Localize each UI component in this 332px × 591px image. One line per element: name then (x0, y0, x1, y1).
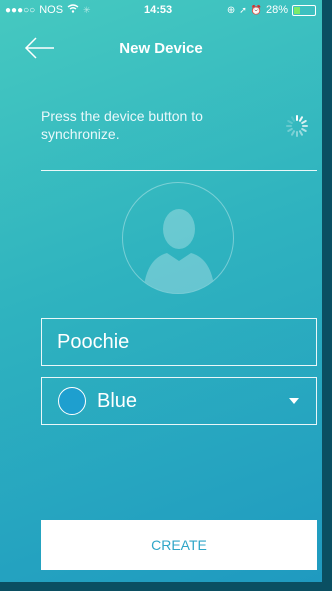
battery-icon (292, 4, 316, 16)
sync-instruction-text: Press the device button to synchronize. (41, 108, 203, 142)
status-left: ●●●○○ NOS ✳ (5, 4, 91, 16)
person-silhouette-icon (143, 209, 215, 293)
page-title: New Device (119, 40, 203, 57)
loading-spinner-icon (286, 115, 308, 137)
new-device-screen: ●●●○○ NOS ✳ 14:53 ⊕ ➚ ⏰ 28% New Device P… (0, 0, 322, 582)
name-field (41, 318, 317, 366)
signal-strength-icon: ●●●○○ (5, 4, 36, 16)
divider-line (41, 170, 317, 171)
status-right: ⊕ ➚ ⏰ 28% (227, 4, 316, 16)
lock-rotation-icon: ⊕ (226, 4, 236, 16)
wifi-icon (67, 4, 79, 16)
device-name-input[interactable] (42, 319, 316, 365)
chevron-down-icon (289, 398, 299, 404)
color-label: Blue (97, 390, 138, 412)
alarm-icon: ⏰ (250, 4, 262, 15)
battery-fill (294, 6, 300, 14)
battery-percent: 28% (265, 4, 288, 16)
status-bar: ●●●○○ NOS ✳ 14:53 ⊕ ➚ ⏰ 28% (0, 0, 322, 20)
color-swatch (58, 387, 86, 415)
navigation-bar: New Device (0, 28, 322, 68)
carrier-label: NOS (39, 4, 64, 16)
color-select[interactable]: Blue (41, 377, 317, 425)
status-time: 14:53 (144, 4, 173, 16)
avatar (122, 182, 234, 294)
create-button[interactable]: CREATE (41, 520, 317, 570)
location-icon: ➚ (239, 4, 247, 15)
activity-icon: ✳ (83, 4, 91, 15)
